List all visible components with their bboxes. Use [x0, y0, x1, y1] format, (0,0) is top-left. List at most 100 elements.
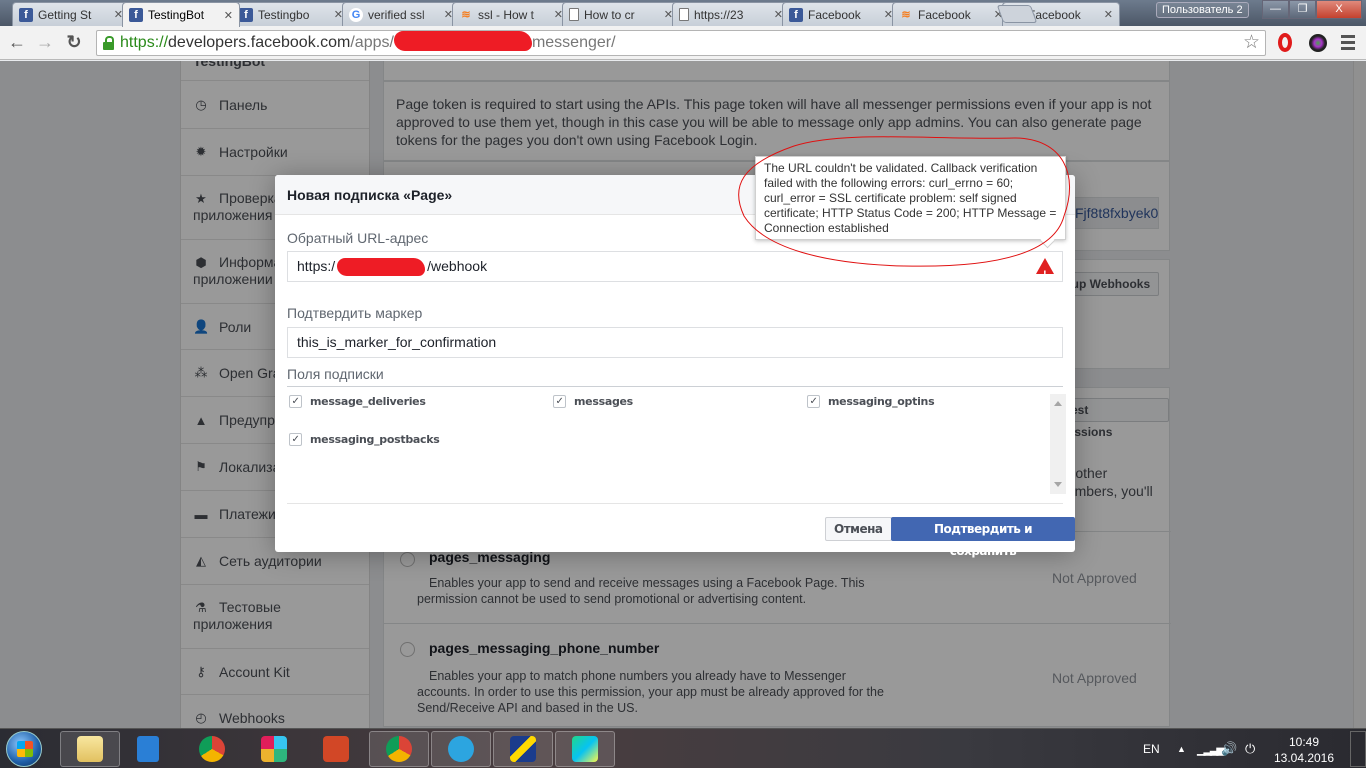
forward-icon[interactable]: → — [34, 32, 56, 53]
network-signal-icon[interactable]: ▁▂▃▅ — [1197, 729, 1225, 768]
slack-icon — [261, 736, 287, 762]
browser-tab[interactable]: f Getting St ✕ — [12, 2, 130, 26]
media-player-icon — [137, 736, 159, 762]
tab-label: ssl - How t — [478, 7, 535, 22]
url-path-suffix: messenger/ — [531, 34, 616, 51]
facebook-icon: f — [129, 8, 143, 22]
redaction-scribble — [393, 31, 532, 51]
clock-date: 13.04.2016 — [1273, 751, 1335, 765]
verify-token-input[interactable]: this_is_marker_for_confirmation — [287, 327, 1063, 358]
fields-scrollbar[interactable] — [1050, 394, 1066, 494]
callback-url-input[interactable]: https:/ /webhook ! — [287, 251, 1063, 282]
checkbox[interactable]: ✓ — [807, 395, 820, 408]
confirm-and-save-button[interactable]: Подтвердить и сохранить — [891, 517, 1075, 558]
divider — [287, 503, 1063, 504]
window-controls: — ❐ X — [1262, 0, 1362, 19]
callback-url-label: Обратный URL-адрес — [287, 230, 429, 246]
address-bar[interactable]: https:// developers.facebook.com /apps/ … — [96, 30, 1266, 56]
powerpoint-icon — [323, 736, 349, 762]
checkbox[interactable]: ✓ — [289, 395, 302, 408]
facebook-icon: f — [19, 7, 33, 22]
taskbar-slack[interactable] — [244, 731, 304, 767]
power-plug-icon[interactable]: ⏻ — [1245, 729, 1255, 768]
reload-icon[interactable]: ↻ — [63, 32, 85, 53]
close-tab-icon[interactable]: ✕ — [224, 9, 233, 22]
taskbar-explorer[interactable] — [60, 731, 120, 767]
system-clock[interactable]: 10:49 13.04.2016 — [1272, 734, 1336, 766]
callback-url-prefix: https:/ — [297, 258, 336, 274]
checkbox[interactable]: ✓ — [289, 433, 302, 446]
taskbar-chrome-profile[interactable] — [369, 731, 429, 767]
field-name: messaging_optins — [828, 395, 935, 408]
field-checkbox-message-deliveries[interactable]: ✓ message_deliveries — [289, 395, 426, 408]
browser-tab[interactable]: f Testingbo ✕ — [232, 2, 350, 26]
browser-menu-icon[interactable] — [1341, 35, 1355, 53]
show-hidden-icons[interactable]: ▲ — [1177, 729, 1186, 768]
cancel-button[interactable]: Отмена — [825, 517, 892, 541]
error-tooltip: The URL couldn't be validated. Callback … — [755, 156, 1066, 240]
tab-label: How to cr — [584, 7, 635, 22]
tab-label: Facebook — [1028, 7, 1081, 22]
redaction-scribble — [337, 258, 426, 277]
checkbox[interactable]: ✓ — [553, 395, 566, 408]
field-checkbox-messaging-postbacks[interactable]: ✓ messaging_postbacks — [289, 433, 440, 446]
browser-tab[interactable]: f TestingBot ✕ — [122, 2, 240, 27]
telegram-icon — [448, 736, 474, 762]
subscription-fields-label: Поля подписки — [287, 366, 384, 382]
stackoverflow-icon: ≋ — [461, 9, 471, 21]
taskbar-putty[interactable] — [493, 731, 553, 767]
new-tab-button[interactable] — [996, 5, 1038, 23]
scroll-up-arrow-icon[interactable] — [1054, 401, 1062, 406]
lock-icon — [103, 36, 114, 50]
field-name: message_deliveries — [310, 395, 426, 408]
close-window-button[interactable]: X — [1316, 0, 1362, 19]
field-name: messaging_postbacks — [310, 433, 440, 446]
chrome-icon — [199, 736, 225, 762]
field-checkbox-messages[interactable]: ✓ messages — [553, 395, 633, 408]
camera-extension-icon[interactable] — [1309, 34, 1327, 52]
start-button[interactable] — [6, 731, 42, 767]
windows-taskbar: EN ▲ ▁▂▃▅ 🔊 ⏻ 10:49 13.04.2016 — [0, 728, 1366, 768]
user-profile-button[interactable]: Пользователь 2 — [1156, 2, 1249, 18]
tab-label: Facebook — [808, 7, 861, 22]
language-indicator[interactable]: EN — [1143, 729, 1160, 768]
taskbar-chrome[interactable] — [182, 731, 242, 767]
document-icon — [569, 8, 579, 21]
folder-icon — [77, 736, 103, 762]
adblock-extension-icon[interactable] — [1278, 33, 1292, 52]
browser-tab-strip: f Getting St ✕ f TestingBot ✕ f Testingbo ✕ Gveri… — [0, 0, 1366, 27]
taskbar-media-player[interactable] — [118, 731, 178, 767]
taskbar-powerpoint[interactable] — [306, 731, 366, 767]
tab-label: Getting St — [38, 7, 92, 22]
scroll-down-arrow-icon[interactable] — [1054, 482, 1062, 487]
browser-tab[interactable]: ≋ Facebook ✕ — [892, 2, 1010, 26]
browser-tab[interactable]: https://23 ✕ — [672, 2, 790, 26]
tab-label: TestingBot — [148, 8, 205, 22]
field-checkbox-messaging-optins[interactable]: ✓ messaging_optins — [807, 395, 935, 408]
url-scheme: https:// — [120, 34, 169, 51]
putty-icon — [510, 736, 536, 762]
back-icon[interactable]: ← — [6, 32, 28, 53]
show-desktop-button[interactable] — [1350, 731, 1366, 767]
taskbar-telegram[interactable] — [431, 731, 491, 767]
facebook-icon: f — [789, 7, 803, 22]
page-content: TestingBot ◷ Панель ✹ Настройки ★ Проверка при… — [0, 61, 1366, 728]
stackoverflow-icon: ≋ — [901, 9, 911, 21]
verify-token-label: Подтвердить маркер — [287, 305, 423, 321]
browser-tab[interactable]: ≋ ssl - How t ✕ — [452, 2, 570, 26]
taskbar-webstorm[interactable] — [555, 731, 615, 767]
browser-tab[interactable]: f Facebook ✕ — [782, 2, 900, 26]
bookmark-star-icon[interactable]: ☆ — [1243, 31, 1260, 54]
browser-toolbar: ← → ↻ https:// developers.facebook.com /… — [0, 26, 1366, 60]
maximize-button[interactable]: ❐ — [1289, 0, 1316, 19]
browser-tab[interactable]: How to cr ✕ — [562, 2, 680, 26]
tab-label: verified ssl — [368, 7, 425, 22]
browser-tab[interactable]: Gverified ssl ✕ — [342, 2, 460, 26]
tab-label: Facebook — [918, 7, 971, 22]
minimize-button[interactable]: — — [1262, 0, 1289, 19]
warning-glyph: ! — [1043, 269, 1047, 281]
webstorm-icon — [572, 736, 598, 762]
volume-icon[interactable]: 🔊 — [1221, 729, 1237, 768]
close-tab-icon[interactable]: ✕ — [1104, 8, 1113, 21]
warning-icon[interactable]: ! — [1036, 258, 1054, 281]
